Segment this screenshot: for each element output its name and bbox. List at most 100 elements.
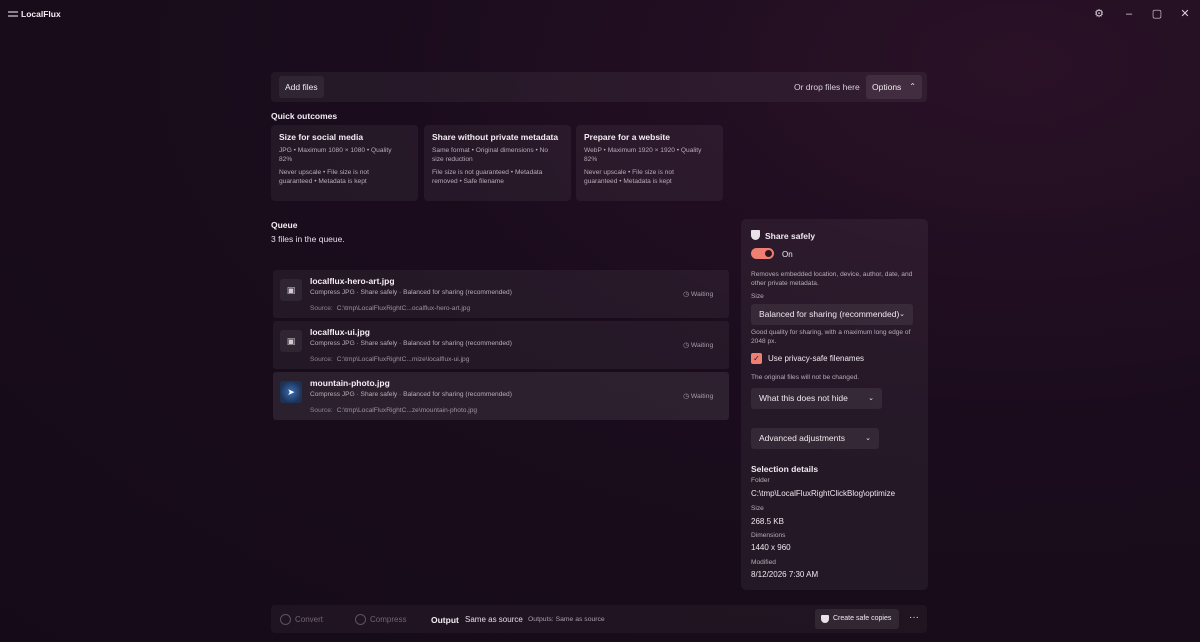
add-files-button[interactable]: Add files (279, 76, 324, 98)
bottom-bar: Convert Compress Output Same as source O… (271, 605, 927, 633)
card-line: size reduction (432, 156, 473, 163)
privacy-filenames-checkbox[interactable]: ✓ (751, 353, 762, 364)
queue-item-status: ◷ Waiting (683, 341, 713, 349)
app-title: LocalFlux (21, 9, 61, 19)
outcome-card-social[interactable]: Size for social media JPG • Maximum 1080… (271, 125, 418, 201)
convert-radio[interactable] (280, 614, 291, 625)
source-path: C:\tmp\LocalFluxRightC...mize\localflux-… (336, 356, 470, 363)
card-line: guaranteed • Metadata is kept (584, 178, 672, 185)
queue-item-description: Compress JPG · Share safely · Balanced f… (310, 289, 512, 296)
queue-item-source: Source: C:\tmp\LocalFluxRightC...ocalflux… (310, 305, 470, 312)
advanced-adjustments-label: Advanced adjustments (759, 433, 845, 443)
folder-value: C:\tmp\LocalFluxRightClickBlog\optimize (751, 489, 896, 498)
shield-icon (821, 615, 829, 623)
card-title: Prepare for a website (584, 132, 670, 142)
output-label: Output (431, 615, 459, 625)
file-size-value: 268.5 KB (751, 517, 784, 526)
app-logo-icon (8, 11, 18, 17)
chevron-down-icon: ⌄ (865, 435, 871, 442)
minimize-button[interactable]: – (1120, 6, 1138, 22)
card-line: guaranteed • Metadata is kept (279, 178, 367, 185)
chevron-down-icon: ⌄ (899, 311, 905, 318)
restore-button[interactable]: ▢ (1148, 6, 1166, 22)
queue-item[interactable]: ▣ localflux-ui.jpg Compress JPG · Share … (273, 321, 729, 369)
modified-label: Modified (751, 559, 776, 566)
size-dropdown[interactable]: Balanced for sharing (recommended) ⌄ (751, 304, 913, 325)
card-line: Never upscale • File size is not (279, 169, 369, 176)
queue-item-description: Compress JPG · Share safely · Balanced f… (310, 391, 512, 398)
size-label: Size (751, 293, 764, 300)
clock-icon: ◷ (683, 342, 689, 349)
folder-label: Folder (751, 477, 770, 484)
chevron-up-icon: ⌃ (909, 82, 916, 91)
toolbar: Add files Or drop files here Options ⌃ (271, 72, 927, 102)
queue-item-name: mountain-photo.jpg (310, 378, 390, 388)
source-label: Source: (310, 305, 333, 312)
file-size-label: Size (751, 505, 764, 512)
card-line: File size is not guaranteed • Metadata (432, 169, 543, 176)
gear-icon[interactable]: ⚙ (1090, 6, 1108, 22)
close-button[interactable]: ✕ (1176, 6, 1194, 22)
drop-files-hint: Or drop files here (794, 82, 860, 92)
create-safe-copies-button[interactable]: Create safe copies (815, 609, 899, 629)
card-line: WebP • Maximum 1920 × 1920 • Quality (584, 147, 702, 154)
share-safely-description: Removes embedded location, device, autho… (751, 271, 913, 287)
cursor-icon: ➤ (280, 381, 302, 403)
queue-item-status: ◷ Waiting (683, 392, 713, 400)
privacy-filenames-label: Use privacy-safe filenames (768, 354, 865, 363)
compress-label: Compress (370, 615, 407, 624)
status-text: Waiting (690, 291, 714, 298)
share-safely-toggle[interactable] (751, 248, 774, 259)
status-text: Waiting (690, 342, 714, 349)
clock-icon: ◷ (683, 291, 689, 298)
status-text: Waiting (690, 393, 714, 400)
outputs-summary: Outputs: Same as source (528, 616, 605, 623)
chevron-down-icon: ⌄ (868, 395, 874, 402)
outcome-card-share[interactable]: Share without private metadata Same form… (424, 125, 571, 201)
card-line: 82% (584, 156, 598, 163)
what-not-hide-label: What this does not hide (759, 393, 848, 403)
outcome-card-website[interactable]: Prepare for a website WebP • Maximum 192… (576, 125, 723, 201)
toggle-label: On (782, 250, 793, 259)
queue-item-source: Source: C:\tmp\LocalFluxRightC...mize\loc… (310, 356, 469, 363)
queue-title: Queue (271, 220, 298, 230)
queue-item-description: Compress JPG · Share safely · Balanced f… (310, 340, 512, 347)
image-file-icon: ▣ (280, 330, 302, 352)
original-note: The original files will not be changed. (751, 374, 860, 381)
source-path: C:\tmp\LocalFluxRightC...ocalflux-hero-a… (336, 305, 471, 312)
card-line: JPG • Maximum 1080 × 1080 • Quality (279, 147, 392, 154)
source-path: C:\tmp\LocalFluxRightC...ze\mountain-pho… (336, 407, 478, 414)
title-bar: LocalFlux ⚙ – ▢ ✕ (0, 0, 1200, 30)
clock-icon: ◷ (683, 393, 689, 400)
convert-label: Convert (295, 615, 324, 624)
queue-item-status: ◷ Waiting (683, 290, 713, 298)
what-not-hide-expander[interactable]: What this does not hide ⌄ (751, 388, 882, 409)
compress-radio[interactable] (355, 614, 366, 625)
size-dropdown-value: Balanced for sharing (recommended) (759, 309, 900, 319)
share-safely-title: Share safely (751, 230, 815, 241)
image-file-icon: ▣ (280, 279, 302, 301)
quick-outcomes-title: Quick outcomes (271, 111, 338, 121)
advanced-adjustments-expander[interactable]: Advanced adjustments ⌄ (751, 428, 879, 449)
card-line: 82% (279, 156, 293, 163)
queue-item-name: localflux-ui.jpg (310, 327, 370, 337)
queue-item[interactable]: ▣ localflux-hero-art.jpg Compress JPG · … (273, 270, 729, 318)
dimensions-label: Dimensions (751, 532, 786, 539)
source-label: Source: (310, 356, 333, 363)
queue-item-selected[interactable]: ➤ mountain-photo.jpg Compress JPG · Shar… (273, 372, 729, 420)
toggle-knob (765, 250, 772, 257)
size-help-text: Good quality for sharing, with a maximum… (751, 329, 911, 345)
queue-item-name: localflux-hero-art.jpg (310, 276, 395, 286)
create-safe-copies-label: Create safe copies (833, 615, 892, 622)
share-safely-label: Share safely (765, 231, 816, 241)
more-options-button[interactable]: ··· (905, 609, 923, 629)
card-line: Never upscale • File size is not (584, 169, 674, 176)
selection-details-title: Selection details (751, 464, 819, 474)
queue-count: 3 files in the queue. (271, 234, 345, 244)
dimensions-value: 1440 x 960 (751, 543, 791, 552)
options-button[interactable]: Options ⌃ (866, 75, 922, 99)
queue-item-source: Source: C:\tmp\LocalFluxRightC...ze\mount… (310, 407, 477, 414)
card-title: Size for social media (279, 132, 364, 142)
output-value[interactable]: Same as source (465, 615, 523, 624)
options-label: Options (872, 82, 902, 92)
